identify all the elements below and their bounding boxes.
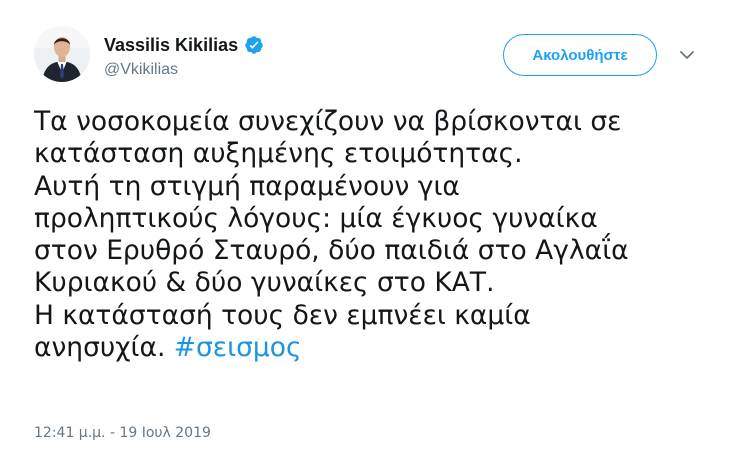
tweet-line: Αυτή τη στιγμή παραμένουν για xyxy=(34,170,460,202)
tweet-line: στον Ερυθρό Σταυρό, δύο παιδιά στο Αγλαΐ… xyxy=(34,235,629,267)
follow-button[interactable]: Ακολουθήστε xyxy=(503,34,657,76)
chevron-down-icon[interactable] xyxy=(677,46,697,64)
tweet-line: κατάσταση αυξημένης ετοιμότητας. xyxy=(34,138,523,170)
avatar[interactable] xyxy=(34,26,90,82)
verified-badge-icon xyxy=(244,35,264,55)
tweet-card: Vassilis Kikilias @Vkikilias Ακολουθήστε… xyxy=(0,0,735,459)
hashtag-link[interactable]: #σεισμος xyxy=(174,332,302,363)
tweet-line-text: ανησυχία. xyxy=(34,332,174,364)
author-handle[interactable]: @Vkikilias xyxy=(104,60,178,80)
tweet-line: Κυριακού & δύο γυναίκες στο ΚΑΤ. xyxy=(34,267,495,299)
tweet-last-line: ανησυχία. #σεισμος xyxy=(34,332,714,364)
tweet-text: Τα νοσοκομεία συνεχίζουν να βρίσκονται σ… xyxy=(34,106,714,364)
tweet-line: Η κατάστασή τους δεν εμπνέει καμία xyxy=(34,299,531,331)
tweet-line: προληπτικούς λόγους: μία έγκυος γυναίκα xyxy=(34,202,598,234)
author-name-row: Vassilis Kikilias xyxy=(104,34,264,56)
tweet-timestamp[interactable]: 12:41 μ.μ. - 19 Ιουλ 2019 xyxy=(34,425,211,441)
tweet-line: Τα νοσοκομεία συνεχίζουν να βρίσκονται σ… xyxy=(34,106,622,137)
author-display-name[interactable]: Vassilis Kikilias xyxy=(104,34,238,56)
